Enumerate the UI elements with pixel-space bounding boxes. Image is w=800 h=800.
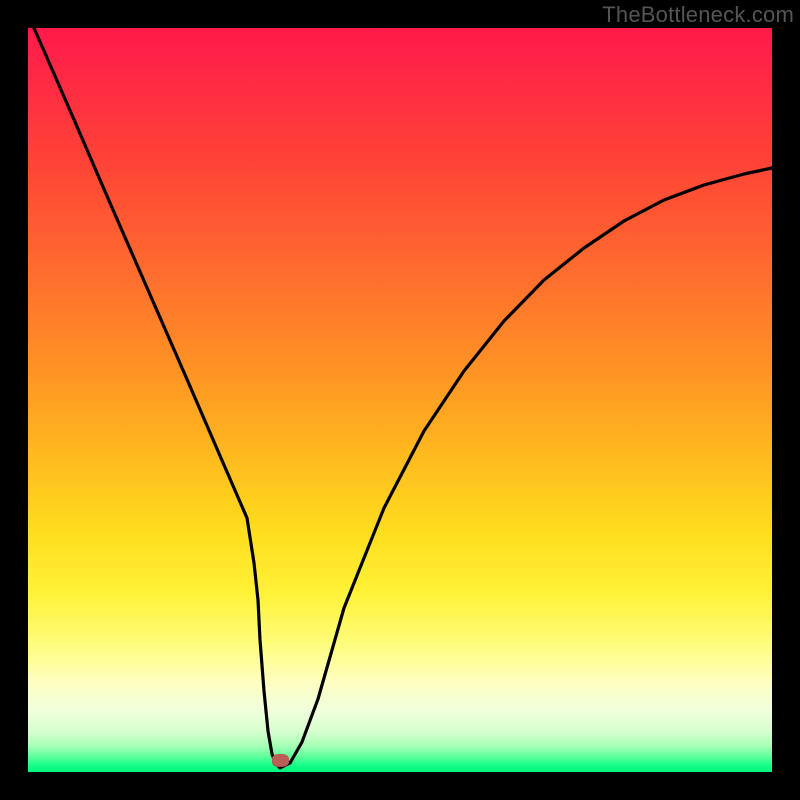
- chart-frame: TheBottleneck.com: [0, 0, 800, 800]
- bottleneck-curve: [28, 28, 772, 772]
- curve-path: [34, 28, 772, 768]
- watermark-text: TheBottleneck.com: [602, 2, 794, 28]
- optimal-point-marker: [272, 754, 289, 767]
- chart-plot-area: [28, 28, 772, 772]
